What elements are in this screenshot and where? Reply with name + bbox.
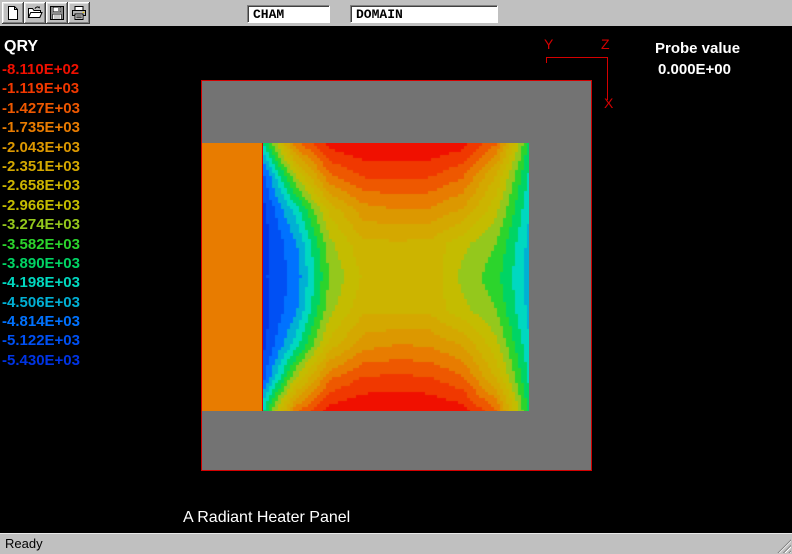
legend-entry: -8.110E+02 — [2, 61, 80, 80]
legend-entry: -5.430E+03 — [2, 352, 80, 371]
toolbar — [0, 0, 792, 27]
legend-entry: -1.427E+03 — [2, 100, 80, 119]
open-folder-icon — [27, 5, 43, 21]
probe-value-readout: 0.000E+00 — [658, 61, 731, 78]
legend-entry: -3.582E+03 — [2, 236, 80, 255]
legend-entry: -2.966E+03 — [2, 197, 80, 216]
legend-entry: -2.658E+03 — [2, 177, 80, 196]
cham-field[interactable] — [247, 5, 330, 23]
legend-entry: -2.351E+03 — [2, 158, 80, 177]
legend-entry: -3.890E+03 — [2, 255, 80, 274]
save-button[interactable] — [46, 2, 68, 24]
axis-x-label: X — [604, 95, 613, 111]
legend-entry: -4.814E+03 — [2, 313, 80, 332]
axis-triad-horizontal-line — [546, 57, 608, 58]
legend-entry: -2.043E+03 — [2, 139, 80, 158]
contour-legend: -8.110E+02 -1.119E+03 -1.427E+03 -1.735E… — [2, 61, 80, 371]
print-button[interactable] — [68, 2, 90, 24]
resize-grip-icon[interactable] — [777, 539, 791, 553]
legend-entry: -5.122E+03 — [2, 332, 80, 351]
main-viewport: QRY -8.110E+02 -1.119E+03 -1.427E+03 -1.… — [0, 27, 792, 533]
axis-y-label: Y — [544, 36, 553, 52]
new-file-button[interactable] — [2, 2, 24, 24]
app-window: { "toolbar": { "buttons": [ {"icon": "ne… — [0, 0, 792, 554]
legend-title: QRY — [4, 38, 38, 56]
heater-panel[interactable] — [202, 143, 262, 411]
axis-z-label: Z — [601, 36, 610, 52]
domain-field[interactable] — [350, 5, 498, 23]
axis-triad-vertical-line — [607, 57, 608, 100]
legend-entry: -1.119E+03 — [2, 80, 80, 99]
probe-value-label: Probe value — [655, 40, 740, 57]
legend-entry: -4.198E+03 — [2, 274, 80, 293]
legend-entry: -4.506E+03 — [2, 294, 80, 313]
print-icon — [71, 5, 87, 21]
axis-triad-tick — [546, 57, 547, 63]
legend-entry: -1.735E+03 — [2, 119, 80, 138]
status-bar: Ready — [0, 533, 792, 554]
new-document-icon — [5, 5, 21, 21]
status-text: Ready — [5, 536, 43, 551]
plot-title: A Radiant Heater Panel — [183, 509, 350, 527]
open-file-button[interactable] — [24, 2, 46, 24]
save-icon — [49, 5, 65, 21]
contour-plot-canvas[interactable] — [263, 143, 529, 411]
legend-entry: -3.274E+03 — [2, 216, 80, 235]
